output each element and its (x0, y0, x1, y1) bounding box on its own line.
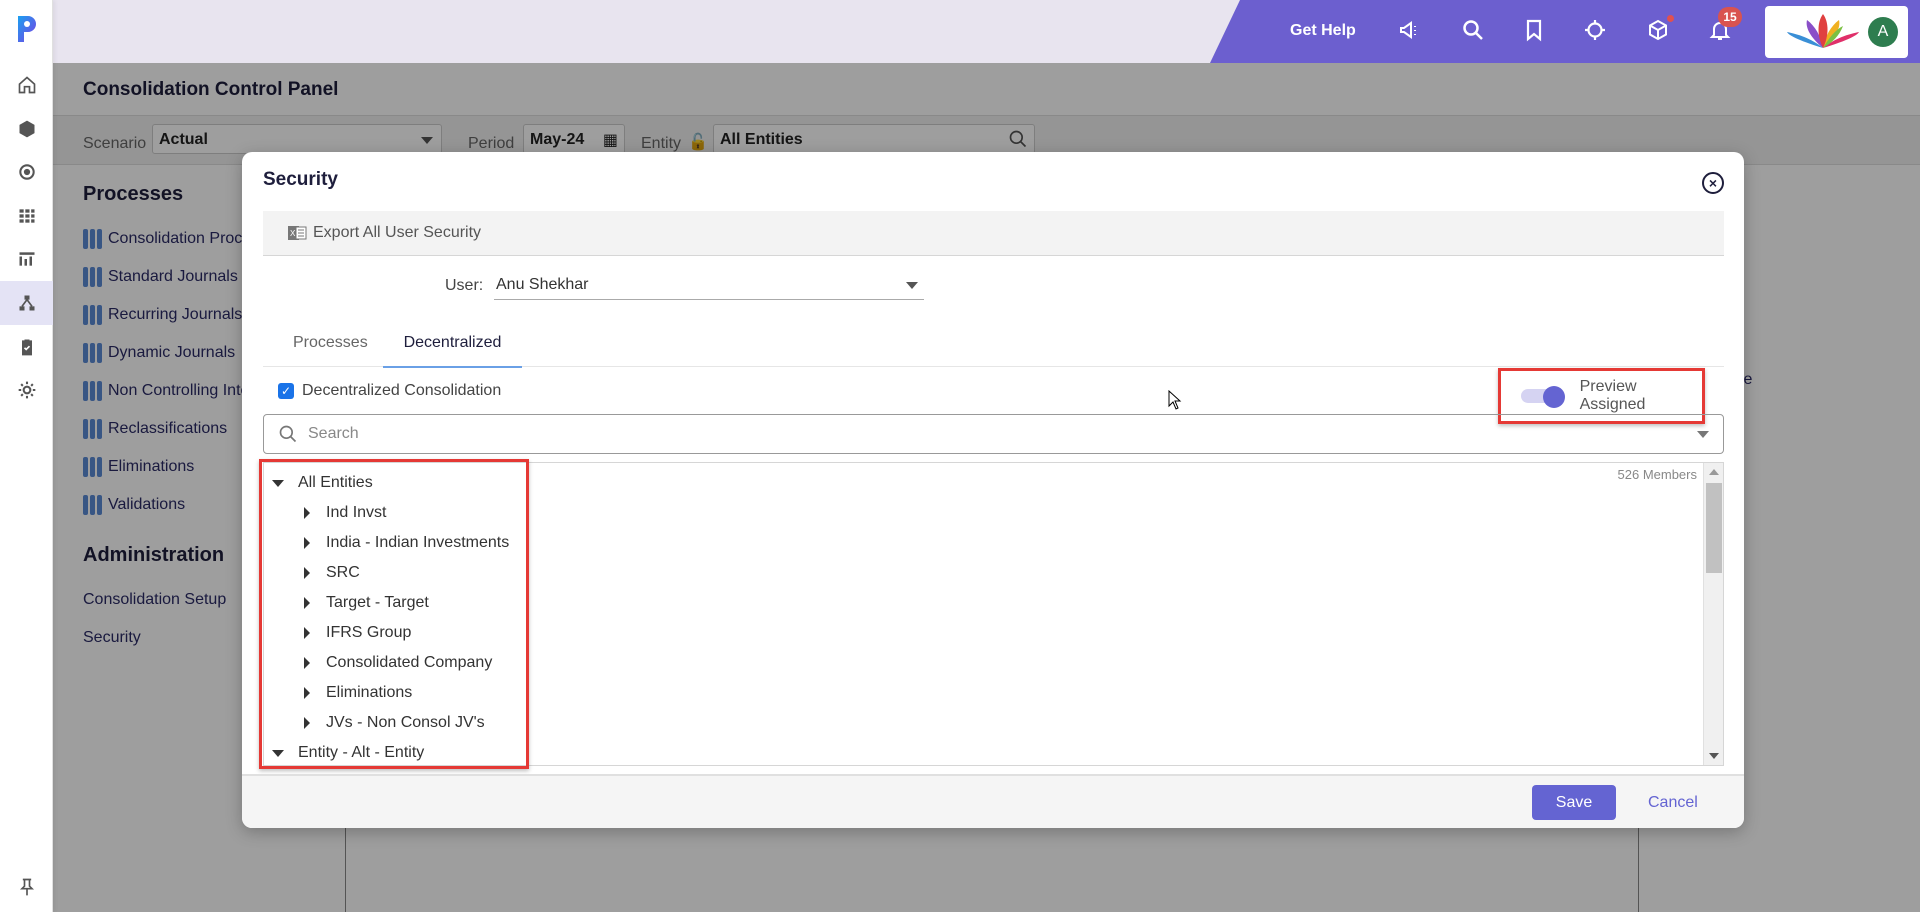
decentralized-consolidation-label: Decentralized Consolidation (302, 382, 502, 399)
collapsed-caret-icon[interactable] (304, 567, 310, 579)
tree-node-label: JVs - Non Consol JV's (326, 714, 485, 731)
save-button[interactable]: Save (1532, 785, 1616, 820)
tree-node-label: IFRS Group (326, 624, 412, 641)
dialog-tabs: Processes Decentralized (263, 322, 1724, 368)
svg-text:X: X (290, 229, 296, 238)
tree-node-label: Ind Invst (326, 504, 387, 521)
get-help-link[interactable]: Get Help (1290, 22, 1356, 40)
cube-icon[interactable] (1646, 18, 1672, 44)
collapsed-caret-icon[interactable] (304, 627, 310, 639)
close-icon[interactable]: × (1702, 172, 1724, 194)
tab-processes[interactable]: Processes (293, 334, 368, 366)
tab-decentralized[interactable]: Decentralized (383, 334, 522, 368)
excel-icon: X (288, 226, 307, 240)
dialog-title: Security (263, 169, 338, 190)
app-root: Get Help 15 A Consolidation Control Pane… (0, 0, 1920, 912)
hierarchy-icon[interactable] (0, 281, 53, 325)
tree-node[interactable]: IFRS Group (272, 618, 509, 648)
tree-node-label: SRC (326, 564, 360, 581)
tree-node[interactable]: Consolidated Company (272, 648, 509, 678)
expanded-caret-icon[interactable] (272, 479, 284, 487)
scroll-up-arrow-icon[interactable] (1709, 469, 1719, 475)
tree-node[interactable]: Target - Target (272, 588, 509, 618)
user-select[interactable]: Anu Shekhar (494, 270, 924, 300)
collapsed-caret-icon[interactable] (304, 597, 310, 609)
cancel-button[interactable]: Cancel (1648, 794, 1698, 812)
tree-node[interactable]: Ind Invst (272, 498, 509, 528)
tree-scrollbar[interactable] (1703, 463, 1723, 765)
tree-node[interactable]: SRC (272, 558, 509, 588)
user-value: Anu Shekhar (496, 276, 589, 293)
export-all-user-security-button[interactable]: X Export All User Security (287, 223, 481, 243)
collapsed-caret-icon[interactable] (304, 537, 310, 549)
report-icon[interactable] (0, 237, 53, 281)
announcement-icon[interactable] (1398, 18, 1424, 44)
search-icon[interactable] (1461, 18, 1487, 44)
preview-assigned-toggle[interactable] (1521, 386, 1565, 408)
scroll-down-arrow-icon[interactable] (1709, 753, 1719, 759)
gear-icon[interactable] (0, 368, 53, 412)
target-icon[interactable] (0, 150, 53, 194)
chevron-down-icon[interactable] (1697, 431, 1709, 438)
user-avatar[interactable]: A (1868, 17, 1898, 47)
tree-node[interactable]: Eliminations (272, 678, 509, 708)
bookmark-icon[interactable] (1522, 18, 1548, 44)
dialog-footer: Save Cancel (242, 774, 1744, 828)
mouse-cursor-icon (1168, 390, 1182, 410)
tree-node-label: Consolidated Company (326, 654, 493, 671)
security-dialog: Security × X Export All User Security Us… (242, 152, 1744, 828)
collapsed-caret-icon[interactable] (304, 507, 310, 519)
left-rail (0, 0, 53, 912)
members-count: 526 Members (1617, 467, 1697, 482)
tree-node-label: All Entities (298, 474, 373, 491)
home-icon[interactable] (0, 63, 53, 107)
scroll-thumb[interactable] (1706, 483, 1722, 573)
tree-node[interactable]: India - Indian Investments (272, 528, 509, 558)
cube-icon[interactable] (0, 107, 53, 151)
app-logo[interactable] (14, 12, 40, 46)
cube-notification-dot (1667, 15, 1674, 22)
tree-node-label: Eliminations (326, 684, 413, 701)
tree-node-label: Entity - Alt - Entity (298, 744, 425, 761)
decentralized-consolidation-checkbox[interactable]: ✓ (278, 383, 294, 399)
toggle-knob (1543, 386, 1565, 408)
target-icon[interactable] (1583, 18, 1609, 44)
notification-badge: 15 (1718, 7, 1742, 27)
clipboard-check-icon[interactable] (0, 325, 53, 369)
expanded-caret-icon[interactable] (272, 749, 284, 757)
search-icon (279, 425, 297, 443)
pin-icon[interactable] (0, 865, 53, 909)
tree-node-label: Target - Target (326, 594, 429, 611)
collapsed-caret-icon[interactable] (304, 717, 310, 729)
entity-search-box (263, 414, 1724, 454)
tree-node-entity-alt[interactable]: Entity - Alt - Entity (272, 738, 509, 768)
grid-icon[interactable] (0, 194, 53, 238)
tree-node[interactable]: JVs - Non Consol JV's (272, 708, 509, 738)
decentralized-consolidation-row: ✓ Decentralized Consolidation (278, 382, 501, 400)
collapsed-caret-icon[interactable] (304, 657, 310, 669)
tree-node-all-entities[interactable]: All Entities (272, 468, 509, 498)
entity-tree: All Entities Ind Invst India - Indian In… (272, 468, 509, 768)
search-input[interactable] (308, 425, 1723, 443)
export-label: Export All User Security (313, 224, 482, 241)
dialog-toolbar: X Export All User Security (263, 211, 1724, 256)
chevron-down-icon (906, 282, 918, 289)
user-label: User: (445, 277, 484, 294)
brand-lotus-logo (1787, 14, 1859, 48)
tree-node-label: India - Indian Investments (326, 534, 510, 551)
preview-assigned-label: Preview Assigned (1579, 378, 1646, 413)
collapsed-caret-icon[interactable] (304, 687, 310, 699)
